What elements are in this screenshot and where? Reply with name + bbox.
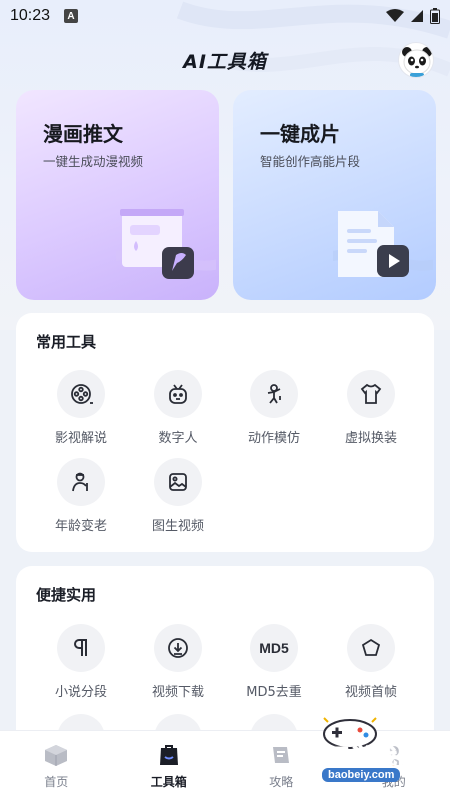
robot-face-icon bbox=[154, 370, 202, 418]
tool-film-commentary[interactable]: 影视解说 bbox=[33, 370, 129, 460]
tool-virtual-try-on[interactable]: 虚拟换装 bbox=[323, 370, 419, 460]
hero-card-one-click[interactable]: 一键成片 智能创作高能片段 bbox=[233, 90, 436, 300]
tool-digital-human[interactable]: 数字人 bbox=[130, 370, 226, 460]
common-tools-section: 常用工具 影视解说 数字人 动作模仿 虚拟换装 年龄变老 图生视频 bbox=[16, 313, 434, 552]
app-header: AI工具箱 bbox=[0, 40, 450, 80]
pilcrow-icon bbox=[57, 624, 105, 672]
tab-label: 首页 bbox=[44, 775, 69, 789]
signal-icon bbox=[411, 10, 423, 22]
status-indicators bbox=[386, 8, 440, 24]
md5-glyph: MD5 bbox=[259, 640, 289, 656]
hero-card-title: 漫画推文 bbox=[43, 122, 123, 146]
elder-person-icon bbox=[57, 458, 105, 506]
tool-image-to-video[interactable]: 图生视频 bbox=[130, 458, 226, 548]
tool-label: 虚拟换装 bbox=[344, 431, 397, 446]
tool-label: 小说分段 bbox=[54, 685, 107, 700]
wifi-icon bbox=[386, 9, 404, 22]
status-time: 10:23 bbox=[10, 7, 51, 24]
watermark-url: baobeiy.com bbox=[322, 768, 401, 782]
hero-card-title: 一键成片 bbox=[260, 122, 340, 146]
tab-toolbox[interactable]: 工具箱 bbox=[113, 731, 226, 800]
notification-icon: A bbox=[64, 9, 79, 23]
page-title: AI工具箱 bbox=[183, 50, 267, 73]
tab-home[interactable]: 首页 bbox=[0, 731, 113, 800]
section-title: 便捷实用 bbox=[36, 586, 97, 604]
image-icon bbox=[154, 458, 202, 506]
tool-label: 图生视频 bbox=[151, 519, 204, 534]
tool-video-first-frame[interactable]: 视频首帧 bbox=[323, 624, 419, 714]
status-bar: 10:23 A bbox=[0, 0, 450, 32]
tab-label: 攻略 bbox=[269, 775, 294, 789]
download-icon bbox=[154, 624, 202, 672]
pentagon-frame-icon bbox=[347, 624, 395, 672]
tool-md5-dedupe[interactable]: MD5 MD5去重 bbox=[226, 624, 322, 714]
tool-label: 数字人 bbox=[158, 431, 198, 446]
comic-pen-icon bbox=[116, 209, 216, 279]
tool-label: 视频首帧 bbox=[344, 685, 397, 700]
dancing-figure-icon bbox=[250, 370, 298, 418]
toolbox-bag-icon bbox=[159, 745, 178, 765]
tool-age-aging[interactable]: 年龄变老 bbox=[33, 458, 129, 548]
home-box-icon bbox=[45, 745, 68, 766]
tshirt-icon bbox=[347, 370, 395, 418]
video-file-icon bbox=[333, 211, 433, 277]
hero-card-subtitle: 智能创作高能片段 bbox=[260, 154, 361, 169]
tool-novel-segment[interactable]: 小说分段 bbox=[33, 624, 129, 714]
tool-label: 影视解说 bbox=[54, 431, 107, 446]
guide-icon bbox=[273, 747, 290, 763]
section-title: 常用工具 bbox=[36, 333, 97, 351]
tool-video-download[interactable]: 视频下载 bbox=[130, 624, 226, 714]
site-watermark: 宝贝游戏网 baobeiy.com bbox=[300, 710, 450, 790]
tool-label: 年龄变老 bbox=[54, 519, 107, 534]
tool-label: 视频下载 bbox=[151, 685, 204, 700]
battery-icon bbox=[430, 8, 440, 24]
hero-card-comic[interactable]: 漫画推文 一键生成动漫视频 bbox=[16, 90, 219, 300]
tool-motion-imitation[interactable]: 动作模仿 bbox=[226, 370, 322, 460]
hero-card-subtitle: 一键生成动漫视频 bbox=[43, 154, 144, 169]
film-reel-icon bbox=[57, 370, 105, 418]
tool-label: 动作模仿 bbox=[247, 431, 300, 446]
panda-avatar-icon[interactable] bbox=[398, 42, 434, 78]
md5-icon: MD5 bbox=[250, 624, 298, 672]
tool-label: MD5去重 bbox=[246, 685, 302, 700]
tab-label: 工具箱 bbox=[150, 775, 187, 789]
